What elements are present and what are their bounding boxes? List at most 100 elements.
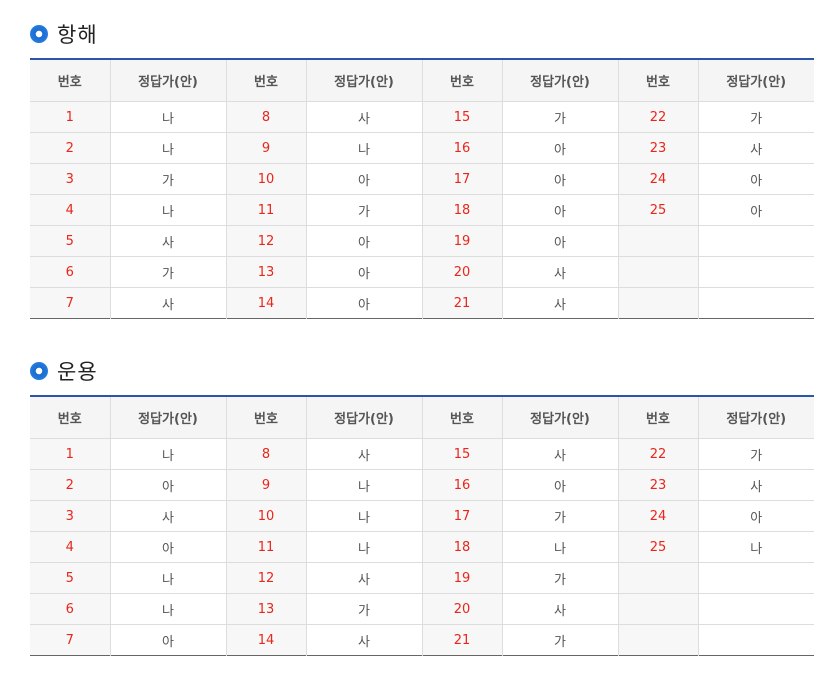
question-number: 23 [618, 469, 699, 501]
question-number: 10 [226, 500, 307, 532]
question-number: 13 [226, 593, 307, 625]
column-header-number: 번호 [618, 59, 699, 102]
answer-cell: 나 [306, 500, 423, 532]
section-navigation: 항해 번호 정답가(안) 번호 정답가(안) 번호 정답가(안) 번호 정답가(안) 1나8사… [30, 18, 814, 319]
question-number: 25 [618, 531, 699, 563]
question-number: 6 [30, 256, 111, 288]
answer-cell: 가 [502, 500, 619, 532]
table-row: 2 아 9 나 16 아 23 사 [30, 469, 814, 501]
table-row: 4 아 11 나 18 나 25 나 [30, 531, 814, 563]
answer-cell: 아 [698, 500, 814, 532]
answer-cell [698, 562, 814, 594]
bullet-circle-icon [30, 25, 48, 43]
table-row: 3 가 10 아 17 아 24 아 [30, 163, 814, 195]
table-row: 5 사 12 아 19 아 [30, 225, 814, 257]
table-row: 7 아 14 사 21 가 [30, 624, 814, 656]
question-number: 12 [226, 562, 307, 594]
column-header-answer: 정답가(안) [698, 59, 814, 102]
answer-cell: 아 [306, 163, 423, 195]
answer-cell: 사 [110, 225, 227, 257]
question-number [618, 593, 699, 625]
question-number: 12 [226, 225, 307, 257]
table-row: 1 나 8 사 15 가 22 가 [30, 101, 814, 133]
question-number: 1 [30, 438, 111, 470]
answer-cell: 사 [306, 562, 423, 594]
question-number: 16 [422, 469, 503, 501]
question-number: 24 [618, 163, 699, 195]
question-number: 19 [422, 562, 503, 594]
column-header-answer: 정답가(안) [698, 396, 814, 439]
question-number: 5 [30, 562, 111, 594]
answer-cell: 나 [306, 469, 423, 501]
answer-cell: 가 [306, 593, 423, 625]
answer-cell: 아 [502, 194, 619, 226]
answer-cell: 아 [306, 287, 423, 319]
answer-cell: 아 [306, 256, 423, 288]
question-number: 7 [30, 287, 111, 319]
question-number: 8 [226, 101, 307, 133]
answer-cell: 아 [110, 624, 227, 656]
question-number: 1 [30, 101, 111, 133]
question-number: 3 [30, 500, 111, 532]
answer-cell: 사 [698, 132, 814, 164]
section-title-bar: 운용 [30, 355, 814, 387]
question-number: 17 [422, 163, 503, 195]
answer-cell: 사 [698, 469, 814, 501]
question-number: 7 [30, 624, 111, 656]
column-header-answer: 정답가(안) [110, 59, 227, 102]
column-header-answer: 정답가(안) [502, 59, 619, 102]
answer-cell: 나 [698, 531, 814, 563]
question-number: 6 [30, 593, 111, 625]
answer-cell [698, 225, 814, 257]
question-number [618, 287, 699, 319]
answer-cell: 사 [110, 500, 227, 532]
column-header-number: 번호 [30, 59, 111, 102]
answer-cell: 나 [306, 132, 423, 164]
question-number: 9 [226, 469, 307, 501]
section-title: 운용 [57, 360, 98, 384]
question-number: 3 [30, 163, 111, 195]
question-number: 2 [30, 469, 111, 501]
question-number: 21 [422, 624, 503, 656]
answer-cell: 아 [698, 194, 814, 226]
header-row: 번호 정답가(안) 번호 정답가(안) 번호 정답가(안) 번호 정답가(안) [30, 396, 814, 439]
answer-table: 번호 정답가(안) 번호 정답가(안) 번호 정답가(안) 번호 정답가(안) 1 나 8 사 15 가… [30, 58, 814, 319]
question-number: 11 [226, 194, 307, 226]
header-row: 번호 정답가(안) 번호 정답가(안) 번호 정답가(안) 번호 정답가(안) [30, 59, 814, 102]
answer-cell: 가 [698, 101, 814, 133]
answer-cell: 나 [306, 531, 423, 563]
question-number: 20 [422, 593, 503, 625]
table-row: 3 사 10 나 17 가 24 아 [30, 500, 814, 532]
answer-cell: 나 [110, 132, 227, 164]
answer-cell: 아 [502, 163, 619, 195]
answer-cell [698, 625, 814, 656]
answer-cell: 가 [110, 163, 227, 195]
table-row: 5 나 12 사 19 가 [30, 562, 814, 594]
answer-cell: 아 [502, 469, 619, 501]
answer-cell: 나 [110, 438, 227, 470]
question-number: 2 [30, 132, 111, 164]
answer-cell: 가 [110, 256, 227, 288]
table-row: 6 나 13 가 20 사 [30, 593, 814, 625]
answer-table: 번호 정답가(안) 번호 정답가(안) 번호 정답가(안) 번호 정답가(안) 1 나 8 사 15 사… [30, 395, 814, 656]
answer-cell: 아 [110, 469, 227, 501]
table-row: 2 나 9 나 16 아 23 사 [30, 132, 814, 164]
question-number: 15 [422, 438, 503, 470]
answer-cell: 나 [502, 531, 619, 563]
answer-cell [698, 256, 814, 288]
answer-cell: 아 [698, 163, 814, 195]
answer-cell: 가 [502, 624, 619, 656]
answer-cell: 사 [110, 287, 227, 319]
question-number: 20 [422, 256, 503, 288]
answer-cell: 사 [306, 438, 423, 470]
question-number: 5 [30, 225, 111, 257]
answer-cell: 가 [698, 438, 814, 470]
bullet-circle-icon [30, 362, 48, 380]
section-title-bar: 항해 [30, 18, 814, 50]
question-number: 22 [618, 438, 699, 470]
column-header-number: 번호 [618, 396, 699, 439]
column-header-number: 번호 [422, 396, 503, 439]
column-header-number: 번호 [422, 59, 503, 102]
answer-cell: 가 [502, 562, 619, 594]
question-number: 11 [226, 531, 307, 563]
